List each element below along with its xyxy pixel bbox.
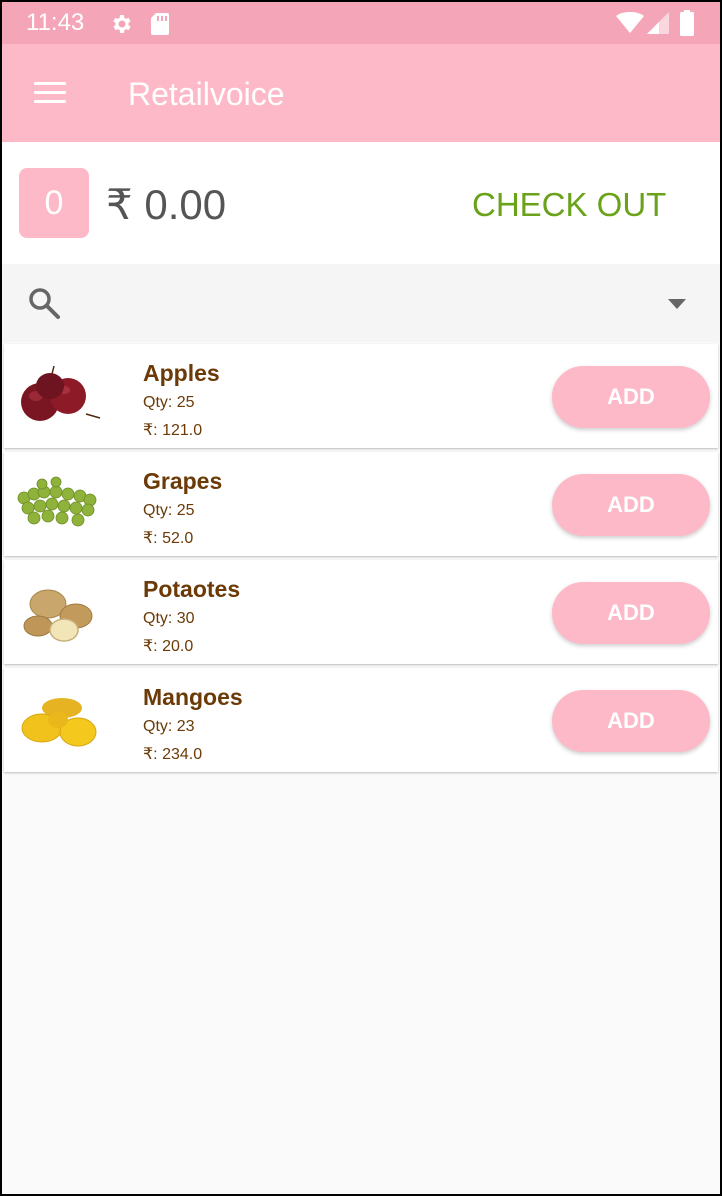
app-frame: 11:43 Retailvoice 0 ₹ 0.00 CHECK OUT App… xyxy=(0,0,722,1196)
search-bar[interactable] xyxy=(2,264,720,342)
add-button[interactable]: ADD xyxy=(552,582,710,644)
menu-icon[interactable] xyxy=(34,82,68,106)
add-button[interactable]: ADD xyxy=(552,474,710,536)
wifi-icon xyxy=(616,12,644,33)
product-name: Grapes xyxy=(143,468,223,494)
sd-card-icon xyxy=(151,13,169,35)
app-title: Retailvoice xyxy=(128,76,285,112)
status-bar: 11:43 xyxy=(2,2,720,44)
product-card-apples: Apples Qty: 25 ₹: 121.0 ADD xyxy=(4,344,718,448)
signal-icon xyxy=(647,12,669,34)
product-name: Apples xyxy=(143,360,220,386)
product-qty: Qty: 30 xyxy=(143,610,195,627)
product-price: ₹: 20.0 xyxy=(143,638,194,655)
status-time: 11:43 xyxy=(26,9,85,36)
product-card-potatoes: Potaotes Qty: 30 ₹: 20.0 ADD xyxy=(4,560,718,664)
product-price: ₹: 121.0 xyxy=(143,422,203,439)
product-qty: Qty: 25 xyxy=(143,502,195,519)
product-qty: Qty: 25 xyxy=(143,394,195,411)
search-icon[interactable] xyxy=(27,286,61,320)
add-button[interactable]: ADD xyxy=(552,366,710,428)
product-card-grapes: Grapes Qty: 25 ₹: 52.0 ADD xyxy=(4,452,718,556)
potatoes-image xyxy=(23,589,93,642)
product-name: Potaotes xyxy=(143,576,241,602)
product-name: Mangoes xyxy=(143,684,243,710)
add-button[interactable]: ADD xyxy=(552,690,710,752)
grapes-image xyxy=(17,476,97,527)
product-price: ₹: 234.0 xyxy=(143,746,203,763)
app-bar: Retailvoice xyxy=(2,44,720,142)
battery-icon xyxy=(680,10,694,36)
cart-count-badge[interactable]: 0 xyxy=(19,168,89,238)
product-price: ₹: 52.0 xyxy=(143,530,194,547)
cart-summary: 0 ₹ 0.00 CHECK OUT xyxy=(2,142,720,264)
apples-image xyxy=(21,365,101,421)
cart-total: ₹ 0.00 xyxy=(106,181,227,228)
mangoes-image xyxy=(21,698,97,747)
product-qty: Qty: 23 xyxy=(143,718,195,735)
product-card-mangoes: Mangoes Qty: 23 ₹: 234.0 ADD xyxy=(4,668,718,772)
product-list: Apples Qty: 25 ₹: 121.0 ADD Grapes Qty: … xyxy=(4,344,718,776)
checkout-button[interactable]: CHECK OUT xyxy=(472,186,666,224)
gear-icon xyxy=(113,15,131,33)
dropdown-icon[interactable] xyxy=(666,297,688,311)
